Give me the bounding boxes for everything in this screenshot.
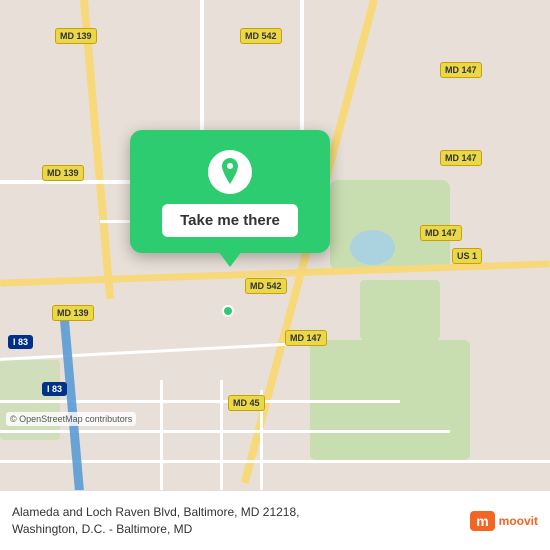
road-white-10: [220, 380, 223, 490]
map-pin-svg: [218, 158, 242, 186]
road-white-8: [0, 460, 550, 463]
map-container: MD 139 MD 139 MD 139 MD 542 MD 542 MD 14…: [0, 0, 550, 490]
road-label-md45: MD 45: [228, 395, 265, 411]
address-line: Alameda and Loch Raven Blvd, Baltimore, …: [12, 505, 300, 519]
road-white-7: [0, 430, 450, 433]
road-label-us1: US 1: [452, 248, 482, 264]
water-body: [350, 230, 395, 265]
moovit-letter: m: [470, 511, 494, 531]
road-label-md147-top: MD 147: [440, 62, 482, 78]
location-pin-dot: [222, 305, 234, 317]
road-white-5: [0, 342, 300, 361]
road-label-md147-mid: MD 147: [440, 150, 482, 166]
take-me-there-button[interactable]: Take me there: [162, 204, 298, 237]
moovit-name: moovit: [499, 514, 538, 528]
road-label-md542-mid: MD 542: [245, 278, 287, 294]
pin-icon: [208, 150, 252, 194]
info-text: Alameda and Loch Raven Blvd, Baltimore, …: [12, 504, 470, 538]
road-label-md139-bottom: MD 139: [52, 305, 94, 321]
road-label-i83-mid: I 83: [8, 335, 33, 349]
road-label-md542-top: MD 542: [240, 28, 282, 44]
popup-card: Take me there: [130, 130, 330, 253]
moovit-logo: m moovit: [470, 511, 538, 531]
road-label-md147-lower: MD 147: [420, 225, 462, 241]
road-white-9: [160, 380, 163, 490]
road-label-i83-bottom: I 83: [42, 382, 67, 396]
road-label-md139-top: MD 139: [55, 28, 97, 44]
road-white-6: [0, 400, 400, 403]
road-md139-left: [80, 0, 114, 299]
info-bar: Alameda and Loch Raven Blvd, Baltimore, …: [0, 490, 550, 550]
road-label-md139-mid: MD 139: [42, 165, 84, 181]
park-area-mid-right: [360, 280, 440, 340]
road-label-md147-bottom: MD 147: [285, 330, 327, 346]
osm-attribution: © OpenStreetMap contributors: [6, 412, 136, 426]
road-i83: [60, 320, 86, 490]
city-line: Washington, D.C. - Baltimore, MD: [12, 522, 192, 536]
